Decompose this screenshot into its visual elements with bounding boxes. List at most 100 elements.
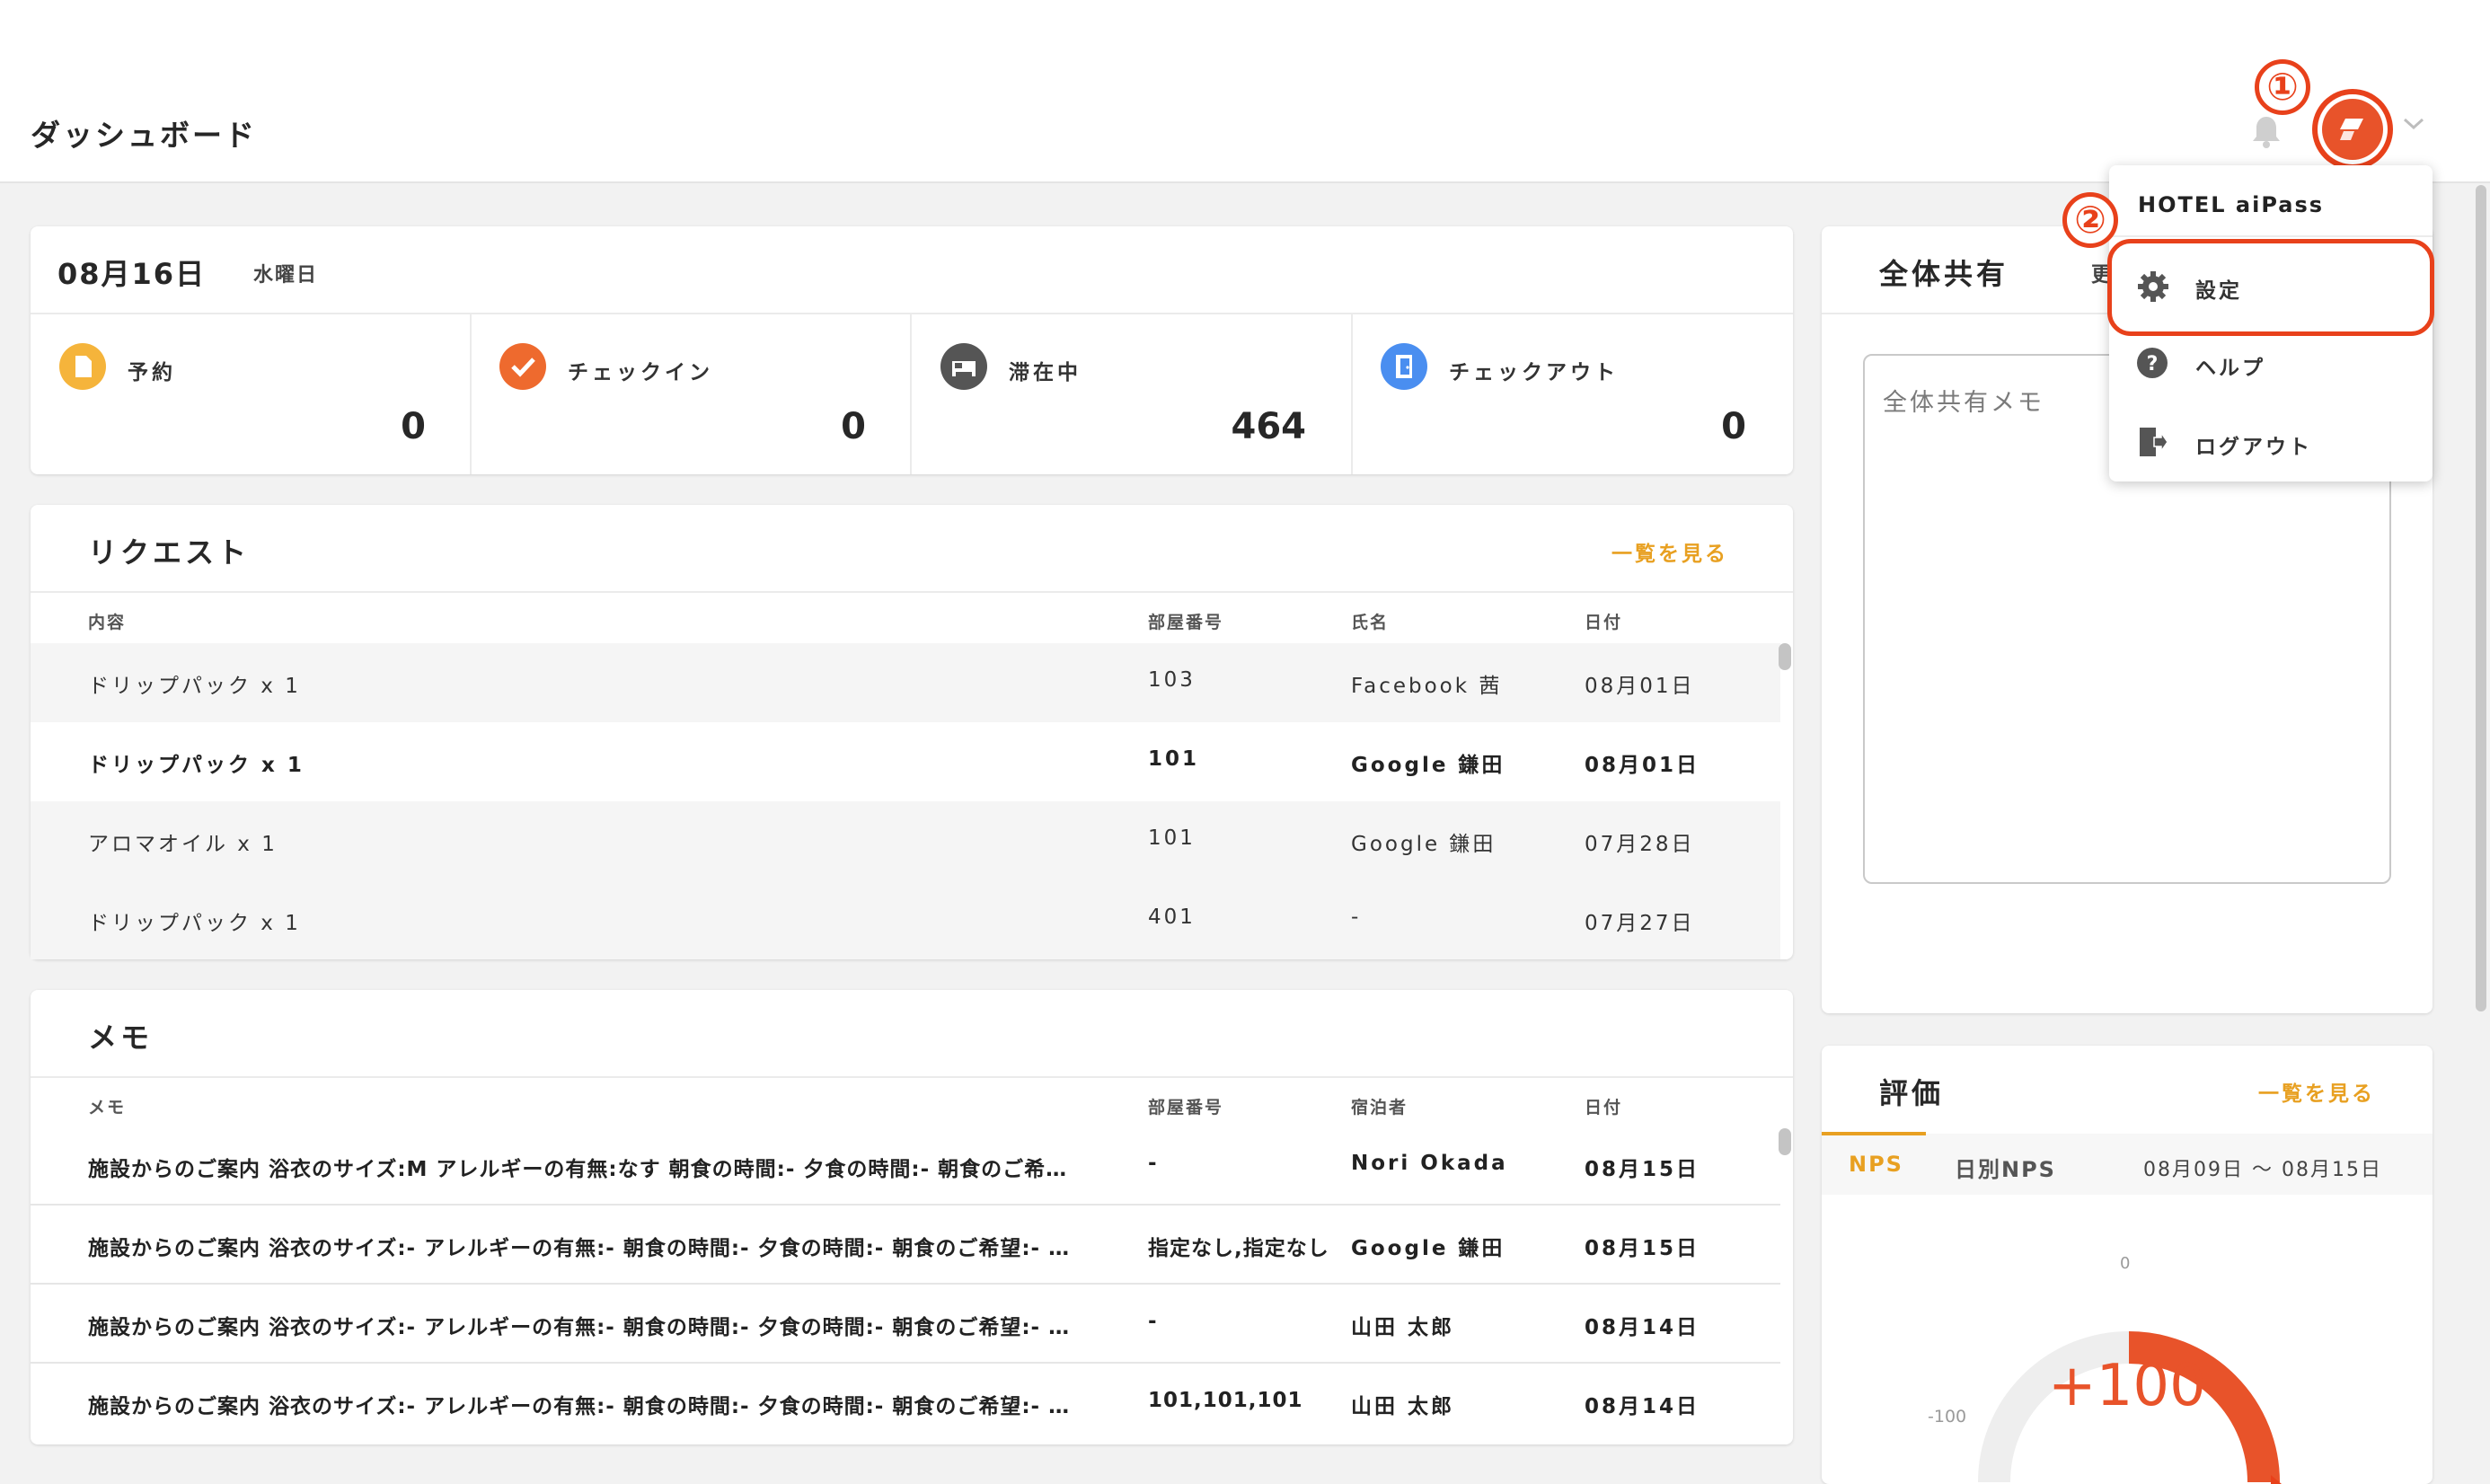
memo-text: 施設からのご案内 浴衣のサイズ:- アレルギーの有無:- 朝食の時間:- 夕食の… <box>88 1395 1071 1418</box>
memo-col-memo: メモ <box>88 1098 127 1117</box>
memo-col-guest: 宿泊者 <box>1351 1098 1408 1117</box>
notification-bell-icon[interactable] <box>2251 115 2282 149</box>
memo-guest: 山田 太郎 <box>1351 1395 1455 1418</box>
table-row[interactable]: ドリップパック x 1 401 - 07月27日 <box>31 880 1780 959</box>
memo-guest: Google 鎌田 <box>1351 1237 1505 1260</box>
memo-col-room: 部屋番号 <box>1148 1098 1224 1117</box>
annotation-marker-2: ② <box>2062 192 2118 248</box>
memo-room: 101,101,101 <box>1148 1389 1303 1412</box>
divider <box>2109 235 2433 237</box>
memo-text: 施設からのご案内 浴衣のサイズ:- アレルギーの有無:- 朝食の時間:- 夕食の… <box>88 1316 1071 1339</box>
tab-nps[interactable]: NPS <box>1849 1152 1903 1177</box>
logout-icon <box>2140 428 2168 456</box>
divider <box>31 591 1793 593</box>
stat-value-checkin: 0 <box>841 406 866 447</box>
stat-label-reservation: 予約 <box>128 361 176 384</box>
stat-value-reservation: 0 <box>401 406 426 447</box>
memo-date: 08月14日 <box>1585 1316 1700 1339</box>
request-date: 07月28日 <box>1585 833 1695 856</box>
menu-hotel-name: HOTEL aiPass <box>2138 192 2325 217</box>
page-scrollbar-thumb[interactable] <box>2476 185 2486 1011</box>
table-row[interactable]: ドリップパック x 1 103 Facebook 茜 08月01日 <box>31 643 1780 722</box>
stat-label-checkout: チェックアウト <box>1449 361 1619 384</box>
reviews-title: 評価 <box>1879 1076 1945 1110</box>
checkin-check-icon <box>499 343 546 390</box>
reviews-date-range: 08月09日 〜 08月15日 <box>2143 1159 2382 1181</box>
svg-text:?: ? <box>2147 353 2159 375</box>
request-date: 08月01日 <box>1585 754 1700 777</box>
table-row[interactable]: 施設からのご案内 浴衣のサイズ:M アレルギーの有無:なす 朝食の時間:- 夕食… <box>31 1126 1780 1206</box>
top-header <box>0 0 2490 183</box>
active-tab-indicator <box>1822 1132 1926 1135</box>
page-title: ダッシュボード <box>31 118 257 153</box>
annotation-marker-1: ① <box>2255 59 2310 115</box>
settings-highlight-annotation <box>2107 239 2434 336</box>
divider <box>910 314 912 474</box>
divider <box>1351 314 1353 474</box>
request-date: 07月27日 <box>1585 912 1695 935</box>
memo-room: - <box>1148 1310 1158 1333</box>
memo-room: 指定なし,指定なし <box>1148 1237 1329 1260</box>
gauge-min-label: -100 <box>1928 1407 1967 1427</box>
table-row[interactable]: ドリップパック x 1 101 Google 鎌田 08月01日 <box>31 722 1780 801</box>
request-room: 401 <box>1148 905 1196 929</box>
requests-scrollbar[interactable] <box>1779 643 1791 670</box>
help-icon: ? <box>2137 348 2168 378</box>
requests-col-date: 日付 <box>1585 613 1623 632</box>
memo-guest: 山田 太郎 <box>1351 1316 1455 1339</box>
requests-title: リクエスト <box>88 535 251 570</box>
requests-col-name: 氏名 <box>1351 613 1390 632</box>
reservation-document-icon <box>59 343 106 390</box>
menu-item-label: ヘルプ <box>2195 357 2265 380</box>
stat-value-checkout: 0 <box>1721 406 1746 447</box>
request-room: 101 <box>1148 747 1200 771</box>
memo-col-date: 日付 <box>1585 1098 1623 1117</box>
stat-label-staying: 滞在中 <box>1009 361 1082 384</box>
summary-weekday: 水曜日 <box>253 264 319 287</box>
user-avatar[interactable] <box>2322 99 2383 160</box>
chevron-down-icon[interactable] <box>2402 117 2425 131</box>
request-content: ドリップパック x 1 <box>88 675 301 698</box>
gauge-mid-label: 0 <box>2120 1254 2131 1273</box>
share-memo-placeholder: 全体共有メモ <box>1883 389 2044 417</box>
stat-label-checkin: チェックイン <box>568 361 713 384</box>
request-name: Google 鎌田 <box>1351 754 1505 777</box>
share-title: 全体共有 <box>1879 257 2009 291</box>
divider <box>31 1076 1793 1078</box>
request-name: - <box>1351 905 1362 929</box>
request-room: 101 <box>1148 826 1196 850</box>
menu-item-label: ログアウト <box>2195 436 2312 459</box>
aipass-logo-icon <box>2340 119 2363 140</box>
checkout-door-icon <box>1381 343 1427 390</box>
requests-col-content: 内容 <box>88 613 127 632</box>
table-row[interactable]: アロマオイル x 1 101 Google 鎌田 07月28日 <box>31 801 1780 880</box>
requests-view-all-link[interactable]: 一覧を見る <box>1611 536 1728 567</box>
memo-room: - <box>1148 1152 1158 1175</box>
memo-scrollbar[interactable] <box>1779 1128 1791 1155</box>
menu-item-logout[interactable]: ログアウト <box>2109 404 2433 481</box>
requests-col-room: 部屋番号 <box>1148 613 1224 632</box>
nps-score: +100 <box>2048 1353 2206 1419</box>
menu-item-help[interactable]: ? ヘルプ <box>2109 325 2433 402</box>
table-row[interactable]: 施設からのご案内 浴衣のサイズ:- アレルギーの有無:- 朝食の時間:- 夕食の… <box>31 1285 1780 1364</box>
request-content: アロマオイル x 1 <box>88 833 278 856</box>
tab-daily-nps[interactable]: 日別NPS <box>1955 1152 2056 1183</box>
divider <box>470 314 472 474</box>
table-row[interactable]: 施設からのご案内 浴衣のサイズ:- アレルギーの有無:- 朝食の時間:- 夕食の… <box>31 1206 1780 1285</box>
staying-bed-icon <box>940 343 987 390</box>
table-row[interactable]: 施設からのご案内 浴衣のサイズ:- アレルギーの有無:- 朝食の時間:- 夕食の… <box>31 1364 1780 1443</box>
request-name: Google 鎌田 <box>1351 833 1497 856</box>
reviews-view-all-link[interactable]: 一覧を見る <box>2258 1076 2375 1107</box>
memo-title: メモ <box>88 1020 154 1055</box>
memo-text: 施設からのご案内 浴衣のサイズ:M アレルギーの有無:なす 朝食の時間:- 夕食… <box>88 1158 1068 1181</box>
divider <box>31 313 1793 314</box>
memo-date: 08月14日 <box>1585 1395 1700 1418</box>
request-room: 103 <box>1148 668 1196 692</box>
request-date: 08月01日 <box>1585 675 1695 698</box>
memo-date: 08月15日 <box>1585 1158 1700 1181</box>
request-content: ドリップパック x 1 <box>88 754 305 777</box>
memo-text: 施設からのご案内 浴衣のサイズ:- アレルギーの有無:- 朝食の時間:- 夕食の… <box>88 1237 1071 1260</box>
request-content: ドリップパック x 1 <box>88 912 301 935</box>
stat-value-staying: 464 <box>1231 406 1307 447</box>
request-name: Facebook 茜 <box>1351 675 1503 698</box>
